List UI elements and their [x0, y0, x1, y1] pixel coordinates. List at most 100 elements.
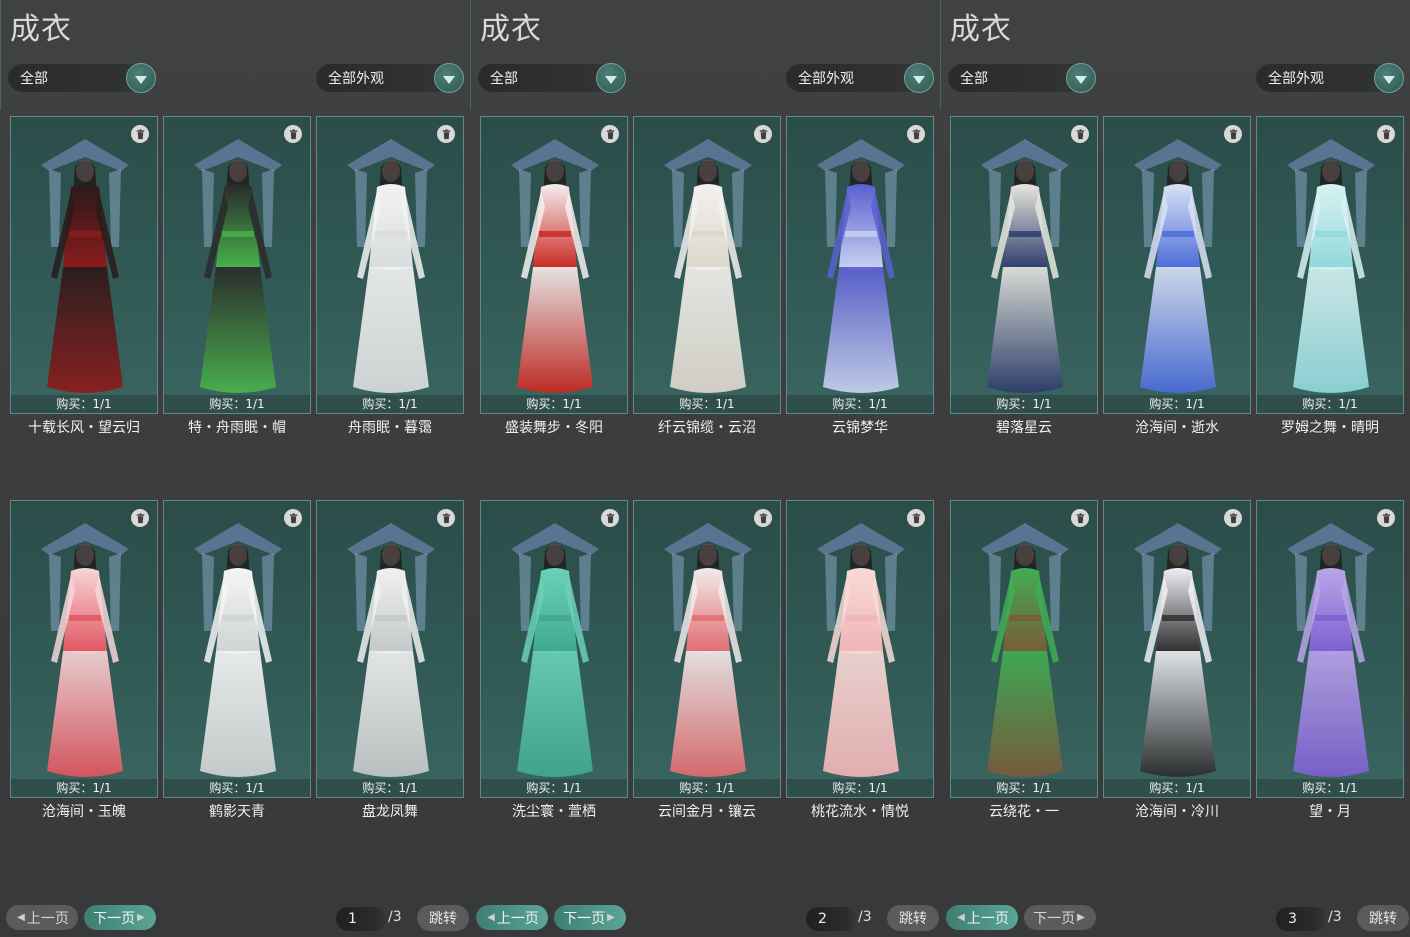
- trash-icon[interactable]: [284, 125, 302, 143]
- appearance-filter-dropdown[interactable]: 全部外观: [1256, 63, 1404, 93]
- appearance-filter-dropdown[interactable]: 全部外观: [316, 63, 464, 93]
- trash-icon[interactable]: [437, 125, 455, 143]
- trash-icon[interactable]: [1071, 125, 1089, 143]
- chevron-down-icon[interactable]: [904, 63, 934, 93]
- outfit-preview-image: [41, 523, 129, 777]
- outfit-name: 沧海间・玉魄: [42, 804, 126, 820]
- outfit-preview-image: [347, 523, 435, 777]
- next-page-button[interactable]: 下一页 ▶: [554, 905, 626, 930]
- outfit-card[interactable]: 购买：1/1: [786, 500, 934, 798]
- outfit-card[interactable]: 购买：1/1: [480, 116, 628, 414]
- jump-button[interactable]: 跳转: [887, 905, 939, 931]
- page-total: /3: [1328, 909, 1342, 925]
- outfit-card[interactable]: 购买：1/1: [316, 500, 464, 798]
- purchase-count: 购买：1/1: [317, 395, 463, 413]
- category-filter-dropdown[interactable]: 全部: [948, 63, 1096, 93]
- outfit-card[interactable]: 购买：1/1: [786, 116, 934, 414]
- prev-page-label: 上一页: [966, 910, 1009, 927]
- category-filter-dropdown[interactable]: 全部: [478, 63, 626, 93]
- trash-icon[interactable]: [601, 125, 619, 143]
- next-page-button[interactable]: 下一页 ▶: [1024, 905, 1096, 930]
- prev-page-label: 上一页: [26, 910, 69, 927]
- outfit-card[interactable]: 购买：1/1: [163, 116, 311, 414]
- outfit-card[interactable]: 购买：1/1: [1103, 116, 1251, 414]
- outfit-card[interactable]: 购买：1/1: [633, 116, 781, 414]
- outfit-card[interactable]: 购买：1/1: [1256, 116, 1404, 414]
- prev-page-button[interactable]: ◀ 上一页: [476, 905, 548, 930]
- outfit-preview-image: [664, 139, 752, 393]
- jump-button[interactable]: 跳转: [417, 905, 469, 931]
- page-total: /3: [858, 909, 872, 925]
- outfit-name: 云锦梦华: [832, 420, 888, 436]
- next-page-label: 下一页: [93, 910, 136, 927]
- purchase-count: 购买：1/1: [951, 395, 1097, 413]
- trash-icon[interactable]: [284, 509, 302, 527]
- outfit-card[interactable]: 购买：1/1: [950, 500, 1098, 798]
- chevron-down-icon[interactable]: [596, 63, 626, 93]
- page-number-input[interactable]: 2: [806, 907, 856, 931]
- outfit-preview-image: [981, 139, 1069, 393]
- trash-icon[interactable]: [1224, 509, 1242, 527]
- trash-icon[interactable]: [1377, 125, 1395, 143]
- page-number-input[interactable]: 3: [1276, 907, 1326, 931]
- panel-title: 成衣: [950, 12, 1012, 47]
- prev-page-button[interactable]: ◀ 上一页: [6, 905, 78, 930]
- panel-title: 成衣: [10, 12, 72, 47]
- outfit-preview-image: [1287, 139, 1375, 393]
- outfit-preview-image: [41, 139, 129, 393]
- trash-icon[interactable]: [754, 509, 772, 527]
- chevron-down-icon[interactable]: [126, 63, 156, 93]
- appearance-filter-label: 全部外观: [1268, 71, 1324, 87]
- outfit-preview-image: [817, 523, 905, 777]
- prev-page-label: 上一页: [496, 910, 539, 927]
- outfit-preview-image: [511, 523, 599, 777]
- wardrobe-panel-2: 成衣 全部 全部外观 购买：1/1 盛装舞步・冬阳 购买：1/1 纤云锦缆・云沼 购买：…: [470, 0, 940, 937]
- appearance-filter-dropdown[interactable]: 全部外观: [786, 63, 934, 93]
- outfit-preview-image: [194, 523, 282, 777]
- chevron-down-icon[interactable]: [1066, 63, 1096, 93]
- purchase-count: 购买：1/1: [481, 779, 627, 797]
- outfit-card[interactable]: 购买：1/1: [1103, 500, 1251, 798]
- wardrobe-panel-1: 成衣 全部 全部外观 购买：1/1 十载长风・望云归 购买：1/1 特・舟雨眠・帽 购买…: [0, 0, 470, 937]
- jump-button[interactable]: 跳转: [1357, 905, 1409, 931]
- outfit-card[interactable]: 购买：1/1: [633, 500, 781, 798]
- page-number-input[interactable]: 1: [336, 907, 386, 931]
- next-page-label: 下一页: [1033, 910, 1076, 927]
- purchase-count: 购买：1/1: [787, 395, 933, 413]
- outfit-preview-image: [1287, 523, 1375, 777]
- trash-icon[interactable]: [907, 125, 925, 143]
- prev-page-button[interactable]: ◀ 上一页: [946, 905, 1018, 930]
- outfit-name: 碧落星云: [996, 420, 1052, 436]
- trash-icon[interactable]: [131, 125, 149, 143]
- outfit-card[interactable]: 购买：1/1: [316, 116, 464, 414]
- outfit-card[interactable]: 购买：1/1: [10, 116, 158, 414]
- outfit-card[interactable]: 购买：1/1: [950, 116, 1098, 414]
- panel-title: 成衣: [480, 12, 542, 47]
- chevron-down-icon[interactable]: [1374, 63, 1404, 93]
- purchase-count: 购买：1/1: [481, 395, 627, 413]
- purchase-count: 购买：1/1: [787, 779, 933, 797]
- purchase-count: 购买：1/1: [11, 395, 157, 413]
- trash-icon[interactable]: [1377, 509, 1395, 527]
- trash-icon[interactable]: [437, 509, 455, 527]
- trash-icon[interactable]: [601, 509, 619, 527]
- trash-icon[interactable]: [1071, 509, 1089, 527]
- purchase-count: 购买：1/1: [1104, 395, 1250, 413]
- trash-icon[interactable]: [1224, 125, 1242, 143]
- next-page-button[interactable]: 下一页 ▶: [84, 905, 156, 930]
- purchase-count: 购买：1/1: [1257, 395, 1403, 413]
- outfit-preview-image: [511, 139, 599, 393]
- trash-icon[interactable]: [907, 509, 925, 527]
- page-total: /3: [388, 909, 402, 925]
- outfit-card[interactable]: 购买：1/1: [163, 500, 311, 798]
- outfit-preview-image: [1134, 139, 1222, 393]
- trash-icon[interactable]: [754, 125, 772, 143]
- trash-icon[interactable]: [131, 509, 149, 527]
- outfit-card[interactable]: 购买：1/1: [480, 500, 628, 798]
- category-filter-label: 全部: [960, 71, 988, 87]
- chevron-down-icon[interactable]: [434, 63, 464, 93]
- outfit-card[interactable]: 购买：1/1: [10, 500, 158, 798]
- outfit-preview-image: [981, 523, 1069, 777]
- outfit-card[interactable]: 购买：1/1: [1256, 500, 1404, 798]
- category-filter-dropdown[interactable]: 全部: [8, 63, 156, 93]
